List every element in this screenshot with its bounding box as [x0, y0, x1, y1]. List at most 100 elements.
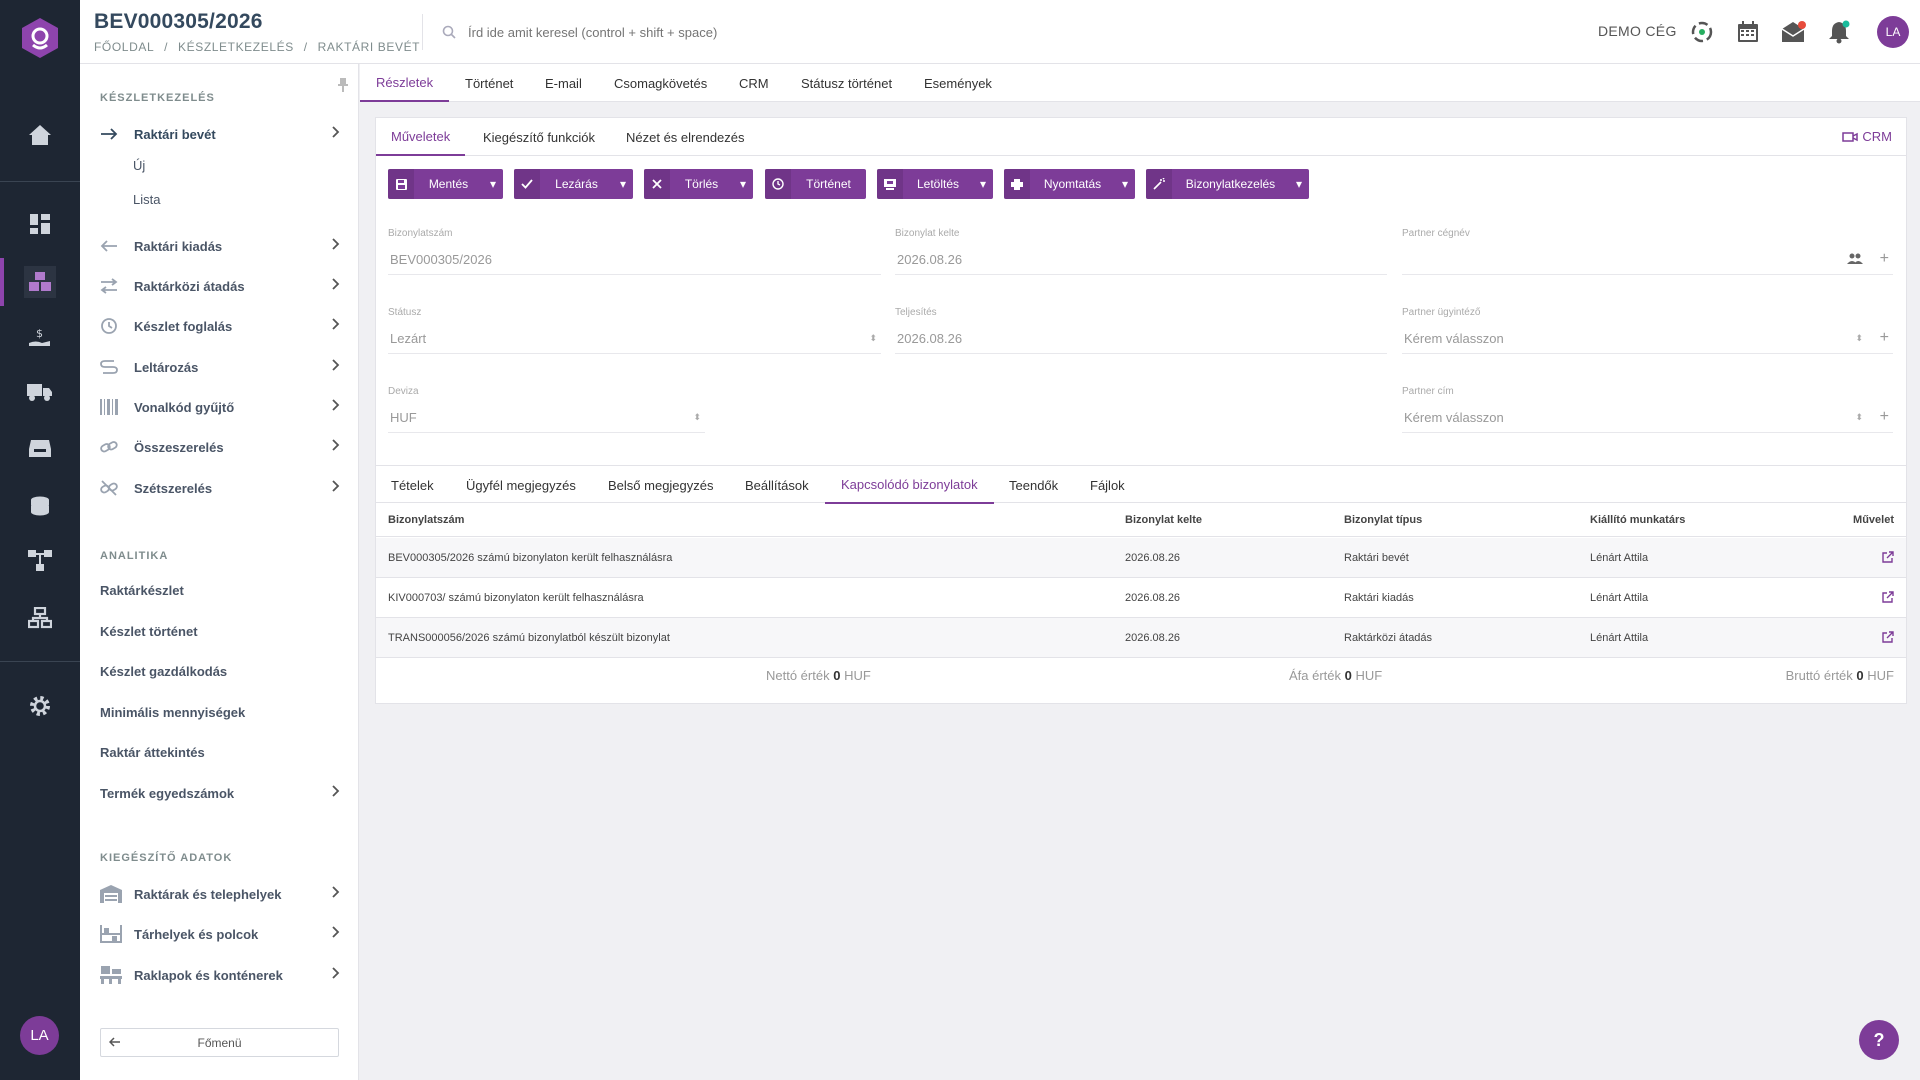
tab-muveletek[interactable]: Műveletek — [376, 118, 466, 156]
sidebar-item-vonalkod-gyujto[interactable]: Vonalkód gyűjtő — [100, 395, 340, 419]
sidebar-subitem-new[interactable]: Új — [133, 158, 145, 173]
hierarchy-icon[interactable] — [24, 545, 56, 577]
currency-select[interactable]: HUF ⬍ — [388, 403, 705, 433]
sidebar-item-minimalis-mennyisegek[interactable]: Minimális mennyiségek — [100, 700, 340, 724]
column-header[interactable]: Bizonylatszám — [388, 514, 464, 526]
tab-kapcsolodo-bizonylatok[interactable]: Kapcsolódó bizonylatok — [825, 466, 994, 504]
breadcrumb-home[interactable]: FŐOLDAL — [94, 40, 154, 54]
add-icon[interactable]: + — [1880, 408, 1889, 426]
history-button[interactable]: Történet — [765, 169, 866, 199]
tab-teendok[interactable]: Teendők — [1009, 466, 1058, 504]
partner-address-label: Partner cím — [1402, 386, 1454, 397]
sort-icon: ⬍ — [1855, 333, 1863, 343]
table-row[interactable]: KIV000703/ számú bizonylaton került felh… — [376, 578, 1906, 618]
sidebar-item-tarhelyek[interactable]: Tárhelyek és polcok — [100, 922, 340, 946]
app-logo-icon[interactable] — [19, 17, 61, 59]
print-button[interactable]: Nyomtatás ▾ — [1004, 169, 1135, 199]
sidebar-subitem-list[interactable]: Lista — [133, 192, 160, 207]
coins-icon[interactable] — [24, 490, 56, 522]
main-menu-button[interactable]: Főmenü — [100, 1028, 339, 1057]
sidebar-item-raktari-bevet[interactable]: Raktári bevét — [100, 122, 340, 146]
user-avatar[interactable]: LA — [1877, 16, 1909, 48]
external-link-icon[interactable] — [1882, 591, 1894, 603]
table-row[interactable]: TRANS000056/2026 számú bizonylatból kész… — [376, 618, 1906, 658]
add-icon[interactable]: + — [1880, 250, 1889, 268]
partner-name-field[interactable]: + — [1402, 245, 1893, 275]
sitemap-icon[interactable] — [24, 602, 56, 634]
tab-esemenyek[interactable]: Események — [924, 64, 992, 102]
partner-agent-select[interactable]: Kérem válasszon ⬍ + — [1402, 324, 1893, 354]
caret-down-icon[interactable]: ▾ — [733, 169, 753, 199]
tab-statusz-tortenet[interactable]: Státusz történet — [801, 64, 892, 102]
tab-reszletek[interactable]: Részletek — [360, 64, 450, 102]
mail-icon[interactable] — [1780, 18, 1808, 46]
caret-down-icon[interactable]: ▾ — [1289, 169, 1309, 199]
delete-button[interactable]: Törlés ▾ — [644, 169, 753, 199]
home-icon[interactable] — [24, 119, 56, 151]
column-header[interactable]: Kiállító munkatárs — [1590, 514, 1685, 526]
download-button[interactable]: Letöltés ▾ — [877, 169, 993, 199]
tab-email[interactable]: E-mail — [545, 64, 582, 102]
sidebar-item-keszlet-tortenet[interactable]: Készlet történet — [100, 619, 340, 643]
crm-link[interactable]: CRM — [1842, 129, 1892, 144]
support-chat-icon[interactable] — [1688, 18, 1716, 46]
tab-kiegeszito-funkciok[interactable]: Kiegészítő funkciók — [483, 118, 595, 156]
tab-beallitasok[interactable]: Beállítások — [745, 466, 809, 504]
search-input[interactable] — [468, 24, 828, 40]
caret-down-icon[interactable]: ▾ — [483, 169, 503, 199]
caret-down-icon[interactable]: ▾ — [973, 169, 993, 199]
rail-user-avatar[interactable]: LA — [20, 1016, 59, 1055]
external-link-icon[interactable] — [1882, 631, 1894, 643]
svg-text:$: $ — [36, 327, 43, 340]
sidebar-item-keszlet-foglalas[interactable]: Készlet foglalás — [100, 314, 340, 338]
truck-icon[interactable] — [24, 376, 56, 408]
sidebar-item-keszlet-gazdalkodas[interactable]: Készlet gazdálkodás — [100, 659, 340, 683]
sidebar-item-leltarozas[interactable]: Leltározás — [100, 355, 340, 379]
tab-fajlok[interactable]: Fájlok — [1090, 466, 1125, 504]
caret-down-icon[interactable]: ▾ — [1115, 169, 1135, 199]
settings-gear-icon[interactable] — [24, 690, 56, 722]
users-icon[interactable] — [1847, 253, 1863, 265]
warehouse-boxes-icon[interactable] — [24, 266, 56, 298]
tab-nezet-es-elrendezes[interactable]: Nézet és elrendezés — [626, 118, 745, 156]
tab-crm[interactable]: CRM — [739, 64, 769, 102]
sidebar-item-raktarak[interactable]: Raktárak és telephelyek — [100, 882, 340, 906]
save-button[interactable]: Mentés ▾ — [388, 169, 503, 199]
finance-hand-icon[interactable]: $ — [24, 322, 56, 354]
sidebar-item-raktarkeszlet[interactable]: Raktárkészlet — [100, 578, 340, 602]
breadcrumb-inventory[interactable]: KÉSZLETKEZELÉS — [178, 40, 294, 54]
inbox-icon[interactable] — [24, 432, 56, 464]
dashboard-icon[interactable] — [24, 208, 56, 240]
help-button[interactable]: ? — [1859, 1020, 1899, 1060]
external-link-icon[interactable] — [1882, 551, 1894, 563]
tab-ugyfel-megjegyzes[interactable]: Ügyfél megjegyzés — [466, 466, 576, 504]
bell-icon[interactable] — [1825, 18, 1853, 46]
tab-csomagkovetes[interactable]: Csomagkövetés — [614, 64, 707, 102]
column-header[interactable]: Bizonylat kelte — [1125, 514, 1202, 526]
chevron-right-icon — [332, 967, 340, 979]
tab-tetelek[interactable]: Tételek — [391, 466, 434, 504]
sidebar-item-raktar-attekintes[interactable]: Raktár áttekintés — [100, 740, 340, 764]
reserve-icon — [100, 315, 122, 337]
status-select[interactable]: Lezárt ⬍ — [388, 324, 881, 354]
sidebar-item-raktari-kiadas[interactable]: Raktári kiadás — [100, 234, 340, 258]
column-header[interactable]: Bizonylat típus — [1344, 514, 1422, 526]
sidebar-item-raklapok[interactable]: Raklapok és konténerek — [100, 963, 340, 987]
sidebar-item-szetszereles[interactable]: Szétszerelés — [100, 476, 340, 500]
global-search[interactable] — [442, 20, 842, 44]
calendar-icon[interactable] — [1734, 18, 1762, 46]
close-document-button[interactable]: Lezárás ▾ — [514, 169, 633, 199]
table-row[interactable]: BEV000305/2026 számú bizonylaton került … — [376, 538, 1906, 578]
sidebar-item-raktarkozi-atadas[interactable]: Raktárközi átadás — [100, 274, 340, 298]
document-management-button[interactable]: Bizonylatkezelés ▾ — [1146, 169, 1309, 199]
add-icon[interactable]: + — [1880, 329, 1889, 347]
company-name[interactable]: DEMO CÉG — [1598, 23, 1677, 39]
sidebar-item-termek-egyedszamok[interactable]: Termék egyedszámok — [100, 781, 340, 805]
pin-icon[interactable] — [338, 78, 348, 92]
shelf-icon — [100, 923, 122, 945]
caret-down-icon[interactable]: ▾ — [613, 169, 633, 199]
tab-belso-megjegyzes[interactable]: Belső megjegyzés — [608, 466, 714, 504]
tab-tortenet[interactable]: Történet — [465, 64, 513, 102]
partner-address-select[interactable]: Kérem válasszon ⬍ + — [1402, 403, 1893, 433]
sidebar-item-osszeszereles[interactable]: Összeszerelés — [100, 435, 340, 459]
